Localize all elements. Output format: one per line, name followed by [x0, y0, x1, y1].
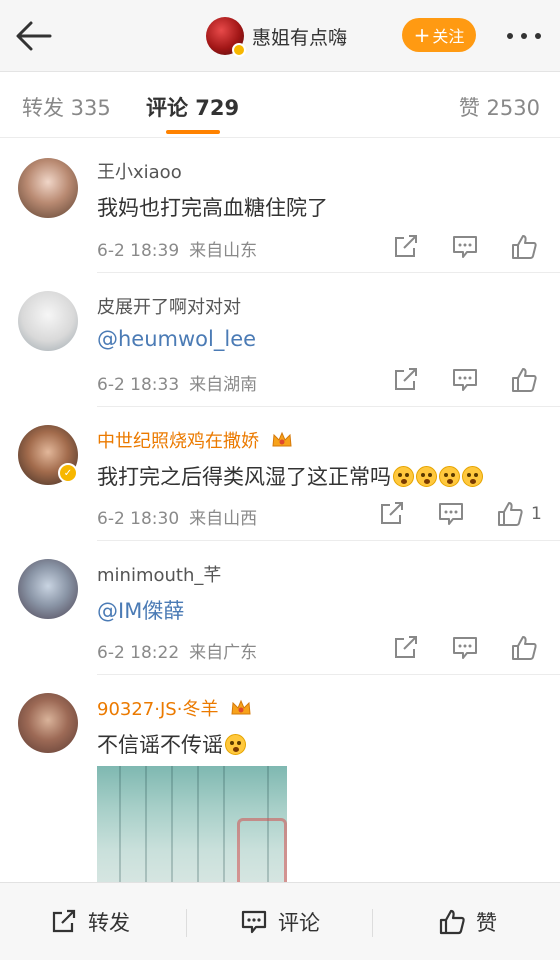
commenter-avatar[interactable] [18, 559, 78, 619]
crown-icon [231, 699, 251, 715]
tab-comments[interactable]: 评论 729 [146, 92, 239, 122]
comment-icon[interactable] [437, 501, 465, 527]
comment-location: 来自山西 [189, 509, 258, 529]
commenter-name[interactable]: 皮展开了啊对对对 [97, 293, 241, 319]
comment-mention-link[interactable]: @IM傑薛 [97, 595, 184, 625]
repost-icon[interactable] [392, 367, 420, 393]
comment-time: 6-2 18:39 [97, 241, 180, 261]
tab-reposts[interactable]: 转发 335 [22, 92, 111, 122]
comment-text: 我打完之后得类风湿了这正常吗 [97, 461, 483, 491]
comment-item: ✓ 中世纪照烧鸡在撒娇 我打完之后得类风湿了这正常吗 6-2 18:30 来自山西… [0, 407, 560, 541]
follow-label: 关注 [432, 27, 465, 46]
comment-text-body: 我打完之后得类风湿了这正常吗 [97, 465, 391, 489]
astonished-face-emoji [462, 466, 483, 487]
weibo-comments-page: 惠姐有点嗨 + 关注 转发 335 评论 729 赞 2530 王小xiaoo … [0, 0, 560, 960]
repost-icon[interactable] [378, 501, 406, 527]
photo-detail [223, 766, 225, 886]
commenter-avatar[interactable] [18, 291, 78, 351]
repost-label: 转发 [88, 911, 130, 935]
photo-detail [145, 766, 147, 886]
repost-icon[interactable] [392, 234, 420, 260]
comment-icon [241, 910, 267, 934]
author-avatar[interactable] [206, 17, 246, 57]
plus-icon: + [413, 23, 431, 47]
commenter-name-text: 90327·JS·冬羊 [97, 699, 219, 720]
photo-detail [171, 766, 173, 886]
photo-stamp [237, 818, 287, 886]
commenter-name[interactable]: 90327·JS·冬羊 [97, 695, 252, 721]
thumbs-up-icon[interactable] [510, 367, 538, 393]
commenter-avatar[interactable] [18, 158, 78, 218]
post-author[interactable]: 惠姐有点嗨 [206, 16, 347, 57]
crown-icon [272, 431, 292, 447]
author-name[interactable]: 惠姐有点嗨 [252, 23, 347, 50]
comment-time: 6-2 18:22 [97, 643, 180, 663]
comment-location: 来自湖南 [189, 375, 258, 395]
like-button[interactable]: 赞 [438, 883, 497, 960]
verified-badge-icon [232, 43, 246, 57]
comment-meta: 6-2 18:22 来自广东 [97, 638, 257, 663]
thumbs-up-icon[interactable] [510, 234, 538, 260]
thumbs-up-icon [439, 909, 465, 935]
comment-attached-photo[interactable] [97, 766, 287, 886]
commenter-name[interactable]: minimouth_芊 [97, 561, 221, 587]
comment-button[interactable]: 评论 [240, 883, 320, 960]
commenter-avatar[interactable] [18, 693, 78, 753]
comment-time: 6-2 18:30 [97, 509, 180, 529]
photo-detail [119, 766, 121, 886]
comment-item: 皮展开了啊对对对 @heumwol_lee 6-2 18:33 来自湖南 [0, 273, 560, 407]
repost-button[interactable]: 转发 [50, 883, 130, 960]
tab-likes[interactable]: 赞 2530 [459, 92, 540, 122]
photo-detail [197, 766, 199, 886]
repost-icon [52, 909, 76, 933]
drooling-face-emoji [225, 734, 246, 755]
comment-location: 来自广东 [189, 643, 258, 663]
bottom-action-bar: 转发 评论 赞 [0, 882, 560, 960]
astonished-face-emoji [416, 466, 437, 487]
separator [186, 909, 187, 937]
separator [372, 909, 373, 937]
comment-text: 不信谣不传谣 [97, 729, 246, 759]
active-tab-indicator [166, 130, 220, 134]
verified-badge-icon: ✓ [58, 463, 78, 483]
comment-time: 6-2 18:33 [97, 375, 180, 395]
thumbs-up-icon[interactable] [496, 501, 524, 527]
astonished-face-emoji [393, 466, 414, 487]
comment-item: 王小xiaoo 我妈也打完高血糖住院了 6-2 18:39 来自山东 [0, 138, 560, 273]
comment-mention-link[interactable]: @heumwol_lee [97, 327, 256, 351]
comment-icon[interactable] [451, 367, 479, 393]
commenter-name[interactable]: 王小xiaoo [97, 158, 182, 184]
repost-icon[interactable] [392, 635, 420, 661]
comment-text: 我妈也打完高血糖住院了 [97, 196, 328, 220]
like-count: 1 [531, 504, 542, 524]
comment-location: 来自山东 [189, 241, 258, 261]
like-label: 赞 [476, 911, 497, 935]
follow-button[interactable]: + 关注 [402, 18, 476, 52]
comment-text-body: 不信谣不传谣 [97, 733, 223, 757]
comment-meta: 6-2 18:33 来自湖南 [97, 370, 257, 395]
comment-meta: 6-2 18:30 来自山西 [97, 504, 257, 529]
thumbs-up-icon[interactable] [510, 635, 538, 661]
commenter-name-text: 中世纪照烧鸡在撒娇 [97, 431, 259, 452]
comment-icon[interactable] [451, 635, 479, 661]
back-arrow-icon[interactable] [14, 18, 54, 54]
astonished-face-emoji [439, 466, 460, 487]
comment-item: minimouth_芊 @IM傑薛 6-2 18:22 来自广东 [0, 541, 560, 675]
comment-label: 评论 [278, 911, 320, 935]
commenter-name[interactable]: 中世纪照烧鸡在撒娇 [97, 427, 293, 453]
top-nav-bar: 惠姐有点嗨 + 关注 [0, 0, 560, 72]
more-dots-icon[interactable] [504, 26, 544, 46]
comment-meta: 6-2 18:39 来自山东 [97, 236, 257, 261]
comment-icon[interactable] [451, 234, 479, 260]
post-tabs: 转发 335 评论 729 赞 2530 [0, 72, 560, 138]
